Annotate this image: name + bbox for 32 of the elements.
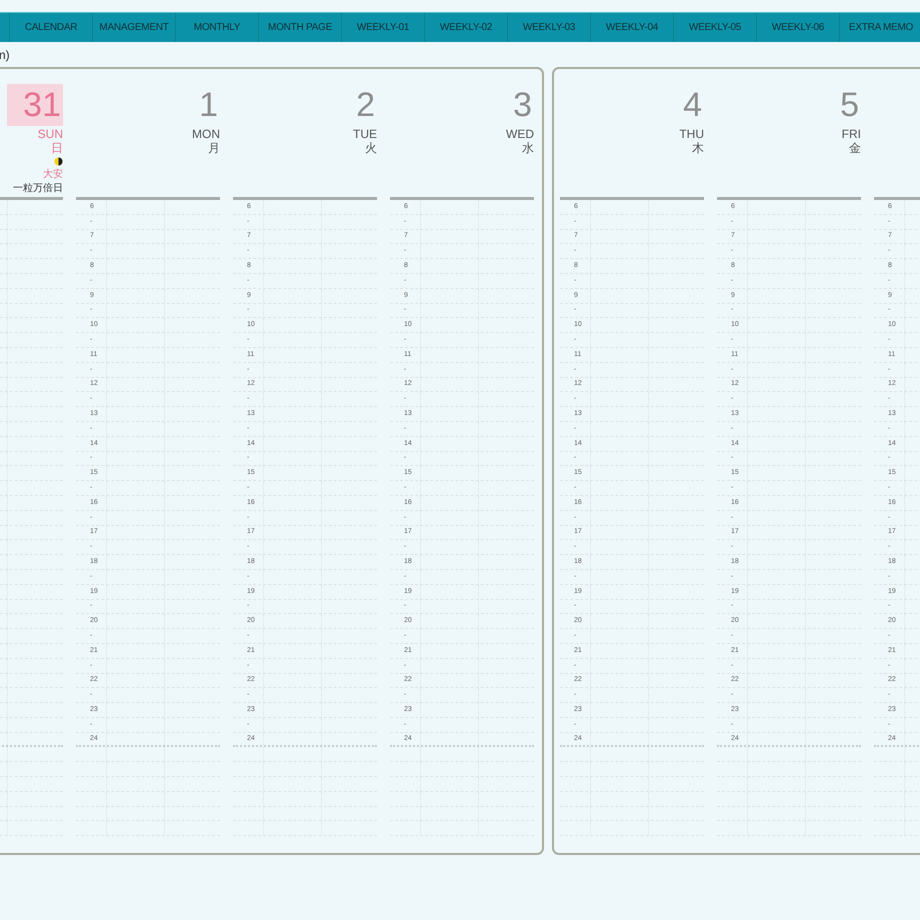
tab[interactable]: WEEKLY-04 [591, 13, 674, 42]
tab[interactable]: EXTRA MEMO [840, 13, 920, 42]
tab[interactable]: WEEKLY-06 [757, 13, 840, 42]
date-number: 5 [839, 85, 860, 126]
date-number: 2 [355, 85, 376, 126]
weekday-kanji: 金 [849, 141, 861, 155]
weekday-kanji: 木 [692, 141, 704, 155]
breadcrumb-text: n) [0, 46, 10, 64]
tab[interactable]: WEEKLY-02 [425, 13, 508, 42]
rokuyo-label: 大安 [43, 169, 63, 181]
date-number: 1 [198, 85, 219, 126]
tab[interactable]: WEEKLY-05 [674, 13, 757, 42]
tab[interactable]: MONTHLY [176, 13, 259, 42]
weekday-label: FRI [842, 127, 861, 141]
date-number: 4 [682, 85, 703, 126]
date-number: 3 [512, 85, 533, 126]
date-number: 31 [7, 84, 63, 126]
tab[interactable]: WEEKLY-01 [342, 13, 425, 42]
weekday-kanji: 水 [522, 141, 534, 155]
day-note: 一粒万倍日 [13, 183, 63, 195]
weekday-label: MON [192, 127, 220, 141]
tab[interactable]: CALENDAR [10, 13, 93, 42]
weekday-kanji: 日 [51, 141, 63, 155]
weekday-kanji: 火 [365, 141, 377, 155]
weekday-label: THU [679, 127, 704, 141]
tab[interactable]: MONTH PAGE [259, 13, 342, 42]
weekday-kanji: 月 [208, 141, 220, 155]
weekday-label: TUE [353, 127, 377, 141]
weekday-label: WED [506, 127, 534, 141]
tab[interactable]: WEEKLY-03 [508, 13, 591, 42]
tab[interactable]: MANAGEMENT [93, 13, 176, 42]
weekday-label: SUN [38, 127, 63, 141]
